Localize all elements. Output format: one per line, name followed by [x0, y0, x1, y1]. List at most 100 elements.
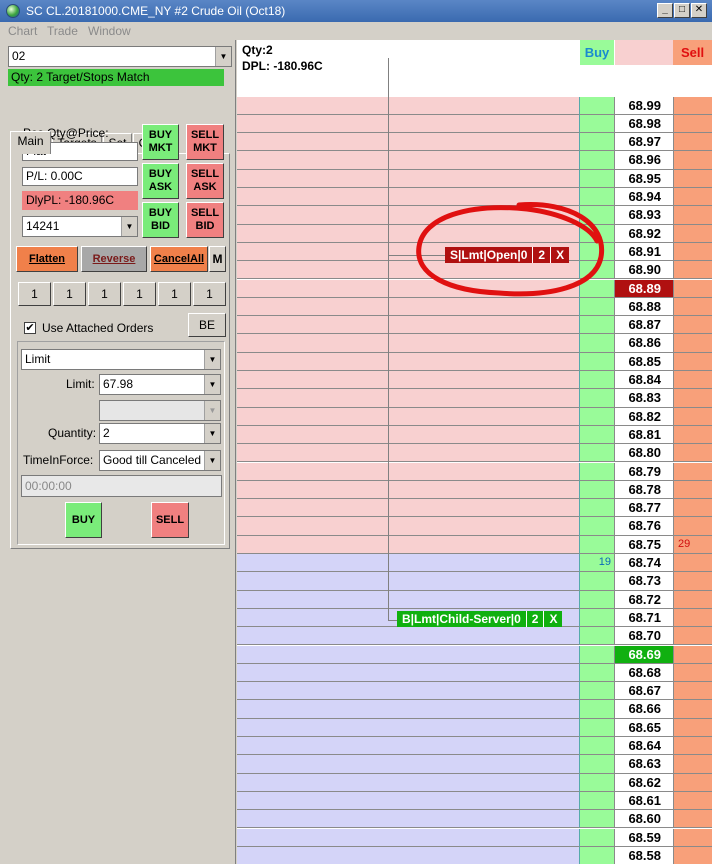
sell-cell[interactable]	[673, 261, 712, 280]
sell-cell[interactable]	[673, 810, 712, 829]
ladder-row[interactable]: 68.87	[237, 316, 712, 335]
buy-bid-button[interactable]: BUY BID	[142, 202, 179, 238]
sell-cell[interactable]	[673, 297, 712, 317]
ladder-main-cell[interactable]	[237, 828, 579, 847]
stop-price-combo[interactable]: ▼	[99, 400, 221, 421]
ladder-main-cell[interactable]	[237, 169, 579, 188]
quantity-preset-combo[interactable]: 14241 ▼	[22, 216, 138, 237]
buy-cell[interactable]	[579, 773, 614, 792]
buy-cell[interactable]	[579, 407, 614, 426]
ladder-main-cell[interactable]	[237, 627, 579, 646]
buy-cell[interactable]	[579, 737, 614, 756]
buy-cell[interactable]	[579, 96, 614, 115]
sell-cell[interactable]	[673, 645, 712, 664]
buy-cell[interactable]	[579, 791, 614, 811]
menu-trade[interactable]: Trade	[47, 24, 78, 38]
ladder-main-cell[interactable]	[237, 480, 579, 500]
buy-ask-button[interactable]: BUY ASK	[142, 163, 179, 199]
ladder-row[interactable]: 19 68.74	[237, 554, 712, 573]
buy-order-cancel-button[interactable]: X	[544, 611, 562, 627]
sell-cell[interactable]	[673, 554, 712, 573]
sell-cell[interactable]	[673, 718, 712, 737]
buy-cell[interactable]	[579, 718, 614, 737]
ladder-row[interactable]: 68.96	[237, 151, 712, 170]
buy-market-button[interactable]: BUY MKT	[142, 124, 179, 160]
buy-cell[interactable]	[579, 645, 614, 664]
sell-cell[interactable]	[673, 371, 712, 390]
ladder-main-cell[interactable]	[237, 755, 579, 774]
buy-cell[interactable]	[579, 846, 614, 864]
buy-cell[interactable]	[579, 334, 614, 353]
limit-price-combo[interactable]: 67.98 ▼	[99, 374, 221, 395]
menu-window[interactable]: Window	[88, 24, 131, 38]
ladder-row[interactable]: 68.69	[237, 645, 712, 664]
ladder-main-cell[interactable]	[237, 389, 579, 408]
ladder-row[interactable]: 68.58	[237, 846, 712, 864]
ladder-row[interactable]: 68.62	[237, 773, 712, 792]
sell-cell[interactable]	[673, 425, 712, 445]
buy-cell[interactable]	[579, 590, 614, 609]
ladder-main-cell[interactable]	[237, 407, 579, 426]
sell-cell[interactable]	[673, 407, 712, 426]
menu-chart[interactable]: Chart	[8, 24, 37, 38]
chevron-down-icon[interactable]: ▼	[204, 350, 220, 369]
ladder-main-cell[interactable]	[237, 425, 579, 445]
buy-cell[interactable]	[579, 663, 614, 683]
minimize-button[interactable]: _	[657, 3, 673, 18]
sell-cell[interactable]	[673, 682, 712, 701]
sell-cell[interactable]	[673, 279, 712, 298]
ladder-row[interactable]: 68.80	[237, 444, 712, 463]
sell-cell[interactable]	[673, 499, 712, 518]
buy-cell[interactable]	[579, 627, 614, 646]
sell-cell[interactable]	[673, 352, 712, 371]
ladder-row[interactable]: 68.79	[237, 462, 712, 481]
sell-ask-button[interactable]: SELL ASK	[186, 163, 224, 199]
buy-cell[interactable]	[579, 151, 614, 170]
ladder-row[interactable]: 68.99	[237, 96, 712, 115]
sell-cell[interactable]	[673, 444, 712, 463]
ladder-main-cell[interactable]	[237, 554, 579, 573]
sell-market-button[interactable]: SELL MKT	[186, 124, 224, 160]
buy-cell[interactable]	[579, 133, 614, 152]
m-button[interactable]: M	[209, 246, 226, 272]
ladder-row[interactable]: 68.76	[237, 517, 712, 536]
buy-cell[interactable]: 19	[579, 554, 614, 573]
buy-cell[interactable]	[579, 572, 614, 591]
ladder-main-cell[interactable]	[237, 133, 579, 152]
ladder-main-cell[interactable]	[237, 96, 579, 115]
buy-limit-order-tag[interactable]: B|Lmt|Child-Server|0 2 X	[397, 611, 563, 627]
sell-cell[interactable]	[673, 590, 712, 609]
ladder-row[interactable]: 68.83	[237, 389, 712, 408]
good-till-time-field[interactable]: 00:00:00	[21, 475, 222, 497]
ladder-row[interactable]: 68.73	[237, 572, 712, 591]
ladder-main-cell[interactable]	[237, 572, 579, 591]
ladder-row[interactable]: 68.81	[237, 425, 712, 445]
ladder-main-cell[interactable]	[237, 444, 579, 463]
sell-cell[interactable]	[673, 517, 712, 536]
ladder-row[interactable]: 68.78	[237, 480, 712, 500]
buy-cell[interactable]	[579, 535, 614, 554]
qty-button-2[interactable]: 1	[53, 282, 86, 306]
ladder-row[interactable]: 68.85	[237, 352, 712, 371]
chevron-down-icon[interactable]: ▼	[204, 401, 220, 420]
sell-cell[interactable]: 29	[673, 535, 712, 554]
cancel-all-button[interactable]: CancelAll	[150, 246, 208, 272]
qty-button-4[interactable]: 1	[123, 282, 156, 306]
sell-cell[interactable]	[673, 151, 712, 170]
ladder-main-cell[interactable]	[237, 517, 579, 536]
sell-cell[interactable]	[673, 114, 712, 134]
buy-cell[interactable]	[579, 517, 614, 536]
ladder-row[interactable]: 68.98	[237, 114, 712, 134]
ladder-main-cell[interactable]	[237, 499, 579, 518]
ladder-main-cell[interactable]	[237, 810, 579, 829]
buy-cell[interactable]	[579, 755, 614, 774]
ladder-row[interactable]: 68.77	[237, 499, 712, 518]
price-ladder[interactable]: 68.99 68.98 68.97 68.96 68.95 68.94 68.93 68.92…	[237, 40, 712, 864]
sell-cell[interactable]	[673, 224, 712, 243]
buy-cell[interactable]	[579, 480, 614, 500]
ladder-main-cell[interactable]	[237, 334, 579, 353]
use-attached-orders-checkbox[interactable]: ✔	[24, 322, 36, 334]
ladder-main-cell[interactable]	[237, 535, 579, 554]
close-button[interactable]: ✕	[691, 3, 707, 18]
qty-button-6[interactable]: 1	[193, 282, 226, 306]
